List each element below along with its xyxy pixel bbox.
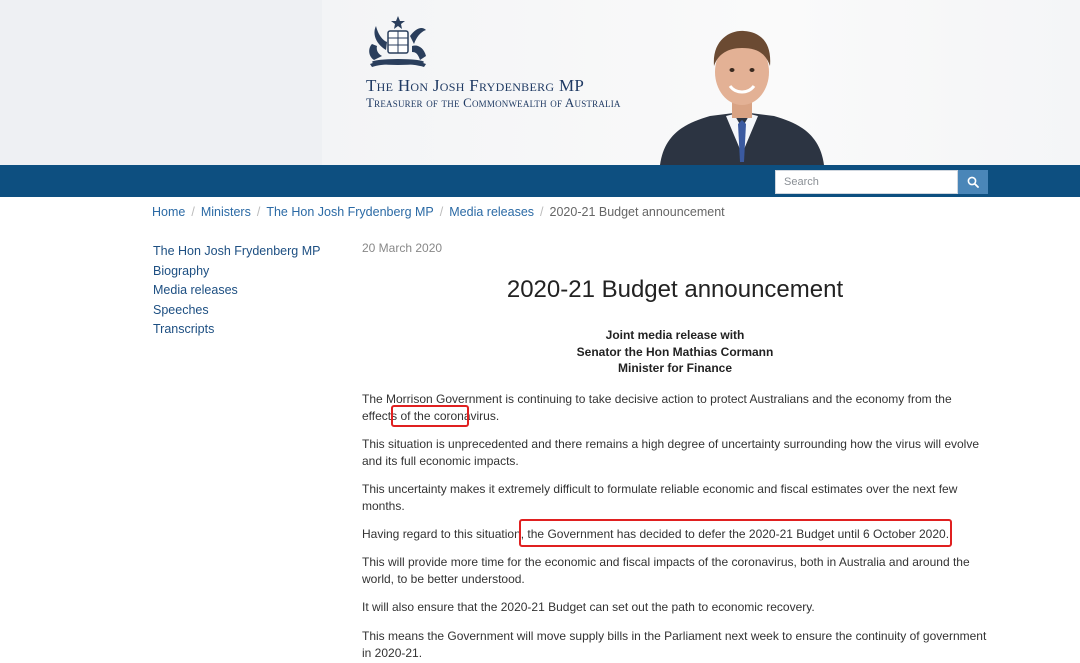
sidebar-item-transcripts[interactable]: Transcripts: [153, 320, 320, 340]
minister-portrait: [660, 30, 824, 165]
joint-release-note: Joint media release with Senator the Hon…: [362, 327, 988, 377]
sidebar-item-speeches[interactable]: Speeches: [153, 301, 320, 321]
joint-line: Joint media release with: [605, 328, 745, 342]
minister-title: Treasurer of the Commonwealth of Austral…: [366, 95, 621, 110]
search-icon: [967, 176, 979, 188]
breadcrumb-media-releases[interactable]: Media releases: [449, 205, 534, 219]
sidebar-item-minister[interactable]: The Hon Josh Frydenberg MP: [153, 242, 320, 262]
highlighted-coronavirus: coronavirus.: [433, 408, 500, 423]
sidebar-item-biography[interactable]: Biography: [153, 262, 320, 282]
sidebar-item-media-releases[interactable]: Media releases: [153, 281, 320, 301]
sidebar-nav: The Hon Josh Frydenberg MP Biography Med…: [153, 242, 320, 340]
breadcrumb-home[interactable]: Home: [152, 205, 185, 219]
paragraph-3: This uncertainty makes it extremely diff…: [362, 482, 958, 513]
paragraph-2: This situation is unprecedented and ther…: [362, 437, 980, 468]
minister-name: The Hon Josh Frydenberg MP: [366, 76, 585, 95]
breadcrumb-separator: /: [256, 205, 261, 219]
breadcrumb-ministers[interactable]: Ministers: [201, 205, 251, 219]
paragraph-6: It will also ensure that the 2020-21 Bud…: [362, 600, 815, 614]
paragraph-4: Having regard to this situation, the Gov…: [362, 526, 988, 543]
joint-line: Senator the Hon Mathias Cormann: [576, 344, 774, 359]
release-date: 20 March 2020: [362, 241, 443, 255]
breadcrumb-separator: /: [439, 205, 444, 219]
breadcrumb-current: 2020-21 Budget announcement: [549, 205, 725, 219]
breadcrumb-separator: /: [540, 205, 544, 219]
paragraph-text: Having regard to this situation,: [362, 527, 528, 541]
paragraph-7: This means the Government will move supp…: [362, 629, 987, 660]
page-title: 2020-21 Budget announcement: [506, 276, 844, 303]
search-input[interactable]: [775, 170, 958, 194]
paragraph-5: This will provide more time for the econ…: [362, 555, 970, 586]
breadcrumb-minister[interactable]: The Hon Josh Frydenberg MP: [266, 205, 433, 219]
paragraph-1: The Morrison Government is continuing to…: [362, 391, 988, 424]
search-button[interactable]: [958, 170, 988, 194]
highlighted-budget-deferral: the Government has decided to defer the …: [527, 527, 950, 541]
breadcrumb-separator: /: [191, 205, 195, 219]
breadcrumb: Home / Ministers / The Hon Josh Frydenberg M…: [152, 205, 725, 219]
joint-line: Minister for Finance: [617, 361, 733, 375]
coat-of-arms-icon: [369, 16, 426, 67]
